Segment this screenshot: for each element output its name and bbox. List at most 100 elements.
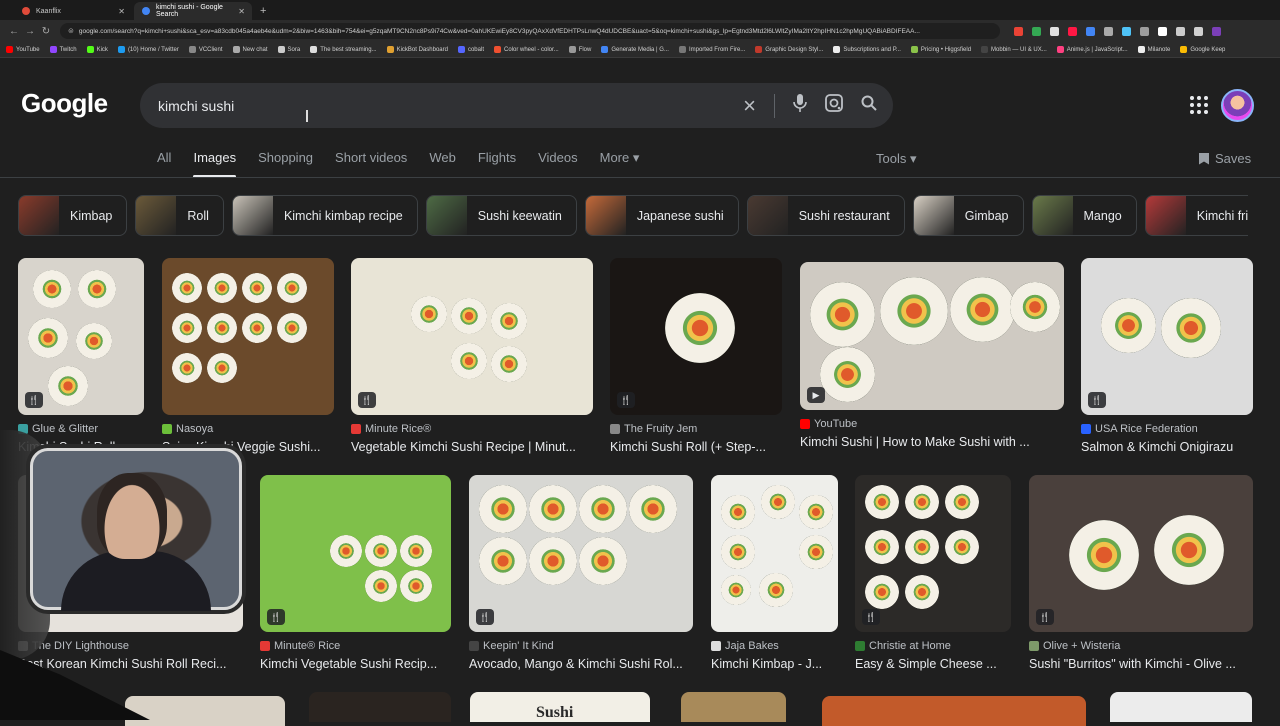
related-search-chip[interactable]: Gimbap bbox=[912, 195, 1024, 236]
image-result[interactable]: 🍴 Glue & Glitter Kimchi Sushi Rolls... bbox=[18, 258, 144, 454]
bookmark-item[interactable]: The best streaming... bbox=[310, 46, 377, 53]
account-avatar[interactable] bbox=[1221, 89, 1254, 122]
result-image[interactable] bbox=[309, 692, 451, 722]
tab-web[interactable]: Web bbox=[429, 150, 456, 178]
result-image[interactable] bbox=[822, 696, 1086, 726]
image-result[interactable]: 🍴 Minute Rice® Vegetable Kimchi Sushi Reci… bbox=[351, 258, 593, 454]
extension-icon[interactable] bbox=[1158, 26, 1167, 36]
bookmark-item[interactable]: Subscriptions and P... bbox=[833, 46, 901, 53]
related-search-chip[interactable]: Roll bbox=[135, 195, 224, 236]
result-title[interactable]: Kimchi Kimbap - J... bbox=[711, 657, 838, 671]
browser-tab-kaanflix[interactable]: Kaanflix ✕ bbox=[14, 2, 132, 20]
extension-icon[interactable] bbox=[1014, 26, 1023, 36]
tab-short-videos[interactable]: Short videos bbox=[335, 150, 407, 178]
image-result[interactable]: 🍴 Olive + Wisteria Sushi "Burritos" with K… bbox=[1029, 475, 1253, 671]
result-title[interactable]: Vegetable Kimchi Sushi Recipe | Minut... bbox=[351, 440, 593, 454]
new-tab-icon[interactable]: + bbox=[260, 5, 266, 17]
forward-icon[interactable]: → bbox=[22, 26, 38, 37]
result-title[interactable]: Sushi "Burritos" with Kimchi - Olive ... bbox=[1029, 657, 1253, 671]
bookmark-item[interactable]: Pricing • Higgsfield bbox=[910, 46, 971, 53]
result-source[interactable]: Minute Rice® bbox=[351, 423, 593, 435]
reload-icon[interactable]: ↻ bbox=[38, 26, 54, 37]
result-title[interactable]: Kimchi Vegetable Sushi Recip... bbox=[260, 657, 451, 671]
bookmark-item[interactable]: Anime.js | JavaScript... bbox=[1056, 46, 1128, 53]
close-tab-icon[interactable]: ✕ bbox=[118, 7, 125, 16]
result-image[interactable]: 🍴 bbox=[351, 258, 593, 415]
related-search-chip[interactable]: Kimchi fri bbox=[1144, 195, 1248, 236]
bookmark-item[interactable]: Milanote bbox=[1137, 46, 1170, 53]
result-image[interactable] bbox=[681, 692, 786, 722]
result-image[interactable]: 🍴 bbox=[855, 475, 1011, 632]
bookmark-item[interactable]: cobalt bbox=[457, 46, 484, 53]
google-apps-icon[interactable] bbox=[1190, 96, 1208, 114]
image-result[interactable]: 🍴 Minute® Rice Kimchi Vegetable Sushi Reci… bbox=[260, 475, 451, 671]
tab-images[interactable]: Images bbox=[193, 150, 236, 178]
bookmark-item[interactable]: Sora bbox=[277, 46, 300, 53]
related-search-chip[interactable]: Mango bbox=[1031, 195, 1137, 236]
result-source[interactable]: YouTube bbox=[800, 418, 1064, 430]
image-result[interactable]: ▶ YouTube Kimchi Sushi | How to Make Sushi… bbox=[800, 262, 1064, 449]
related-search-chip[interactable]: Japanese sushi bbox=[584, 195, 739, 236]
image-result[interactable]: 🍴 Christie at Home Easy & Simple Cheese ..… bbox=[855, 475, 1011, 671]
extension-icon[interactable] bbox=[1104, 26, 1113, 36]
tab-videos[interactable]: Videos bbox=[538, 150, 578, 178]
site-info-icon[interactable]: ⊜ bbox=[68, 27, 74, 35]
result-image[interactable]: 🍴 bbox=[1029, 475, 1253, 632]
tab-shopping[interactable]: Shopping bbox=[258, 150, 313, 178]
address-bar[interactable]: ⊜ google.com/search?q=kimchi+sushi&sca_e… bbox=[60, 23, 1000, 39]
bookmark-item[interactable]: Graphic Design Styl... bbox=[755, 46, 823, 53]
extension-icon[interactable] bbox=[1140, 26, 1149, 36]
search-input[interactable]: kimchi sushi bbox=[158, 98, 234, 114]
google-lens-icon[interactable] bbox=[825, 94, 843, 117]
close-tab-icon[interactable]: ✕ bbox=[238, 7, 245, 16]
result-image[interactable] bbox=[1110, 692, 1252, 722]
related-search-chip[interactable]: Kimchi kimbap recipe bbox=[231, 195, 418, 236]
extension-icon[interactable] bbox=[1086, 26, 1095, 36]
result-title[interactable]: Salmon & Kimchi Onigirazu bbox=[1081, 440, 1253, 454]
image-result[interactable]: 🍴 The Fruity Jem Kimchi Sushi Roll (+ Step… bbox=[610, 258, 782, 454]
bookmark-item[interactable]: VCClient bbox=[188, 46, 223, 53]
tab-more[interactable]: More ▾ bbox=[600, 150, 640, 178]
result-image[interactable]: ▶ bbox=[800, 262, 1064, 410]
bookmark-item[interactable]: Twitch bbox=[49, 46, 77, 53]
related-search-chip[interactable]: Sushi restaurant bbox=[746, 195, 905, 236]
bookmark-item[interactable]: Imported From Fire... bbox=[678, 46, 745, 53]
result-title[interactable]: Best Korean Kimchi Sushi Roll Reci... bbox=[18, 657, 243, 671]
result-title[interactable]: Kimchi Sushi Roll (+ Step-... bbox=[610, 440, 782, 454]
related-search-chip[interactable]: Sushi keewatin bbox=[425, 195, 577, 236]
result-title[interactable]: Easy & Simple Cheese ... bbox=[855, 657, 1011, 671]
result-source[interactable]: Keepin' It Kind bbox=[469, 640, 693, 652]
result-image[interactable]: Sushi bbox=[470, 692, 650, 722]
tab-all[interactable]: All bbox=[157, 150, 171, 178]
extension-icon[interactable] bbox=[1068, 26, 1077, 36]
result-image[interactable] bbox=[162, 258, 334, 415]
bookmark-item[interactable]: Flow bbox=[568, 46, 591, 53]
result-source[interactable]: Jaja Bakes bbox=[711, 640, 838, 652]
result-image[interactable]: 🍴 bbox=[1081, 258, 1253, 415]
google-logo[interactable]: Google bbox=[21, 88, 108, 119]
microphone-icon[interactable] bbox=[793, 94, 807, 117]
extension-icon[interactable] bbox=[1176, 26, 1185, 36]
extension-icon[interactable] bbox=[1032, 26, 1041, 36]
bookmark-item[interactable]: Generate Media | G... bbox=[601, 46, 669, 53]
tab-flights[interactable]: Flights bbox=[478, 150, 516, 178]
bookmark-item[interactable]: Mobbin — UI & UX... bbox=[981, 46, 1047, 53]
result-image[interactable]: 🍴 bbox=[260, 475, 451, 632]
result-source[interactable]: Olive + Wisteria bbox=[1029, 640, 1253, 652]
result-image[interactable]: 🍴 bbox=[18, 258, 144, 415]
result-title[interactable]: Kimchi Sushi | How to Make Sushi with ..… bbox=[800, 435, 1064, 449]
tools-button[interactable]: Tools ▾ bbox=[876, 151, 917, 167]
search-box[interactable]: kimchi sushi × bbox=[140, 83, 893, 128]
result-source[interactable]: The DIY Lighthouse bbox=[18, 640, 243, 652]
result-source[interactable]: Minute® Rice bbox=[260, 640, 451, 652]
extension-icon[interactable] bbox=[1050, 26, 1059, 36]
clear-icon[interactable]: × bbox=[743, 94, 756, 117]
bookmark-item[interactable]: YouTube bbox=[6, 46, 40, 53]
extension-icon[interactable] bbox=[1212, 26, 1221, 36]
extension-icon[interactable] bbox=[1122, 26, 1131, 36]
result-source[interactable]: Christie at Home bbox=[855, 640, 1011, 652]
result-title[interactable]: Avocado, Mango & Kimchi Sushi Rol... bbox=[469, 657, 693, 671]
image-result[interactable]: Jaja Bakes Kimchi Kimbap - J... bbox=[711, 475, 838, 671]
image-result[interactable]: Nasoya Spicy Kimchi Veggie Sushi... bbox=[162, 258, 334, 454]
back-icon[interactable]: ← bbox=[6, 26, 22, 37]
